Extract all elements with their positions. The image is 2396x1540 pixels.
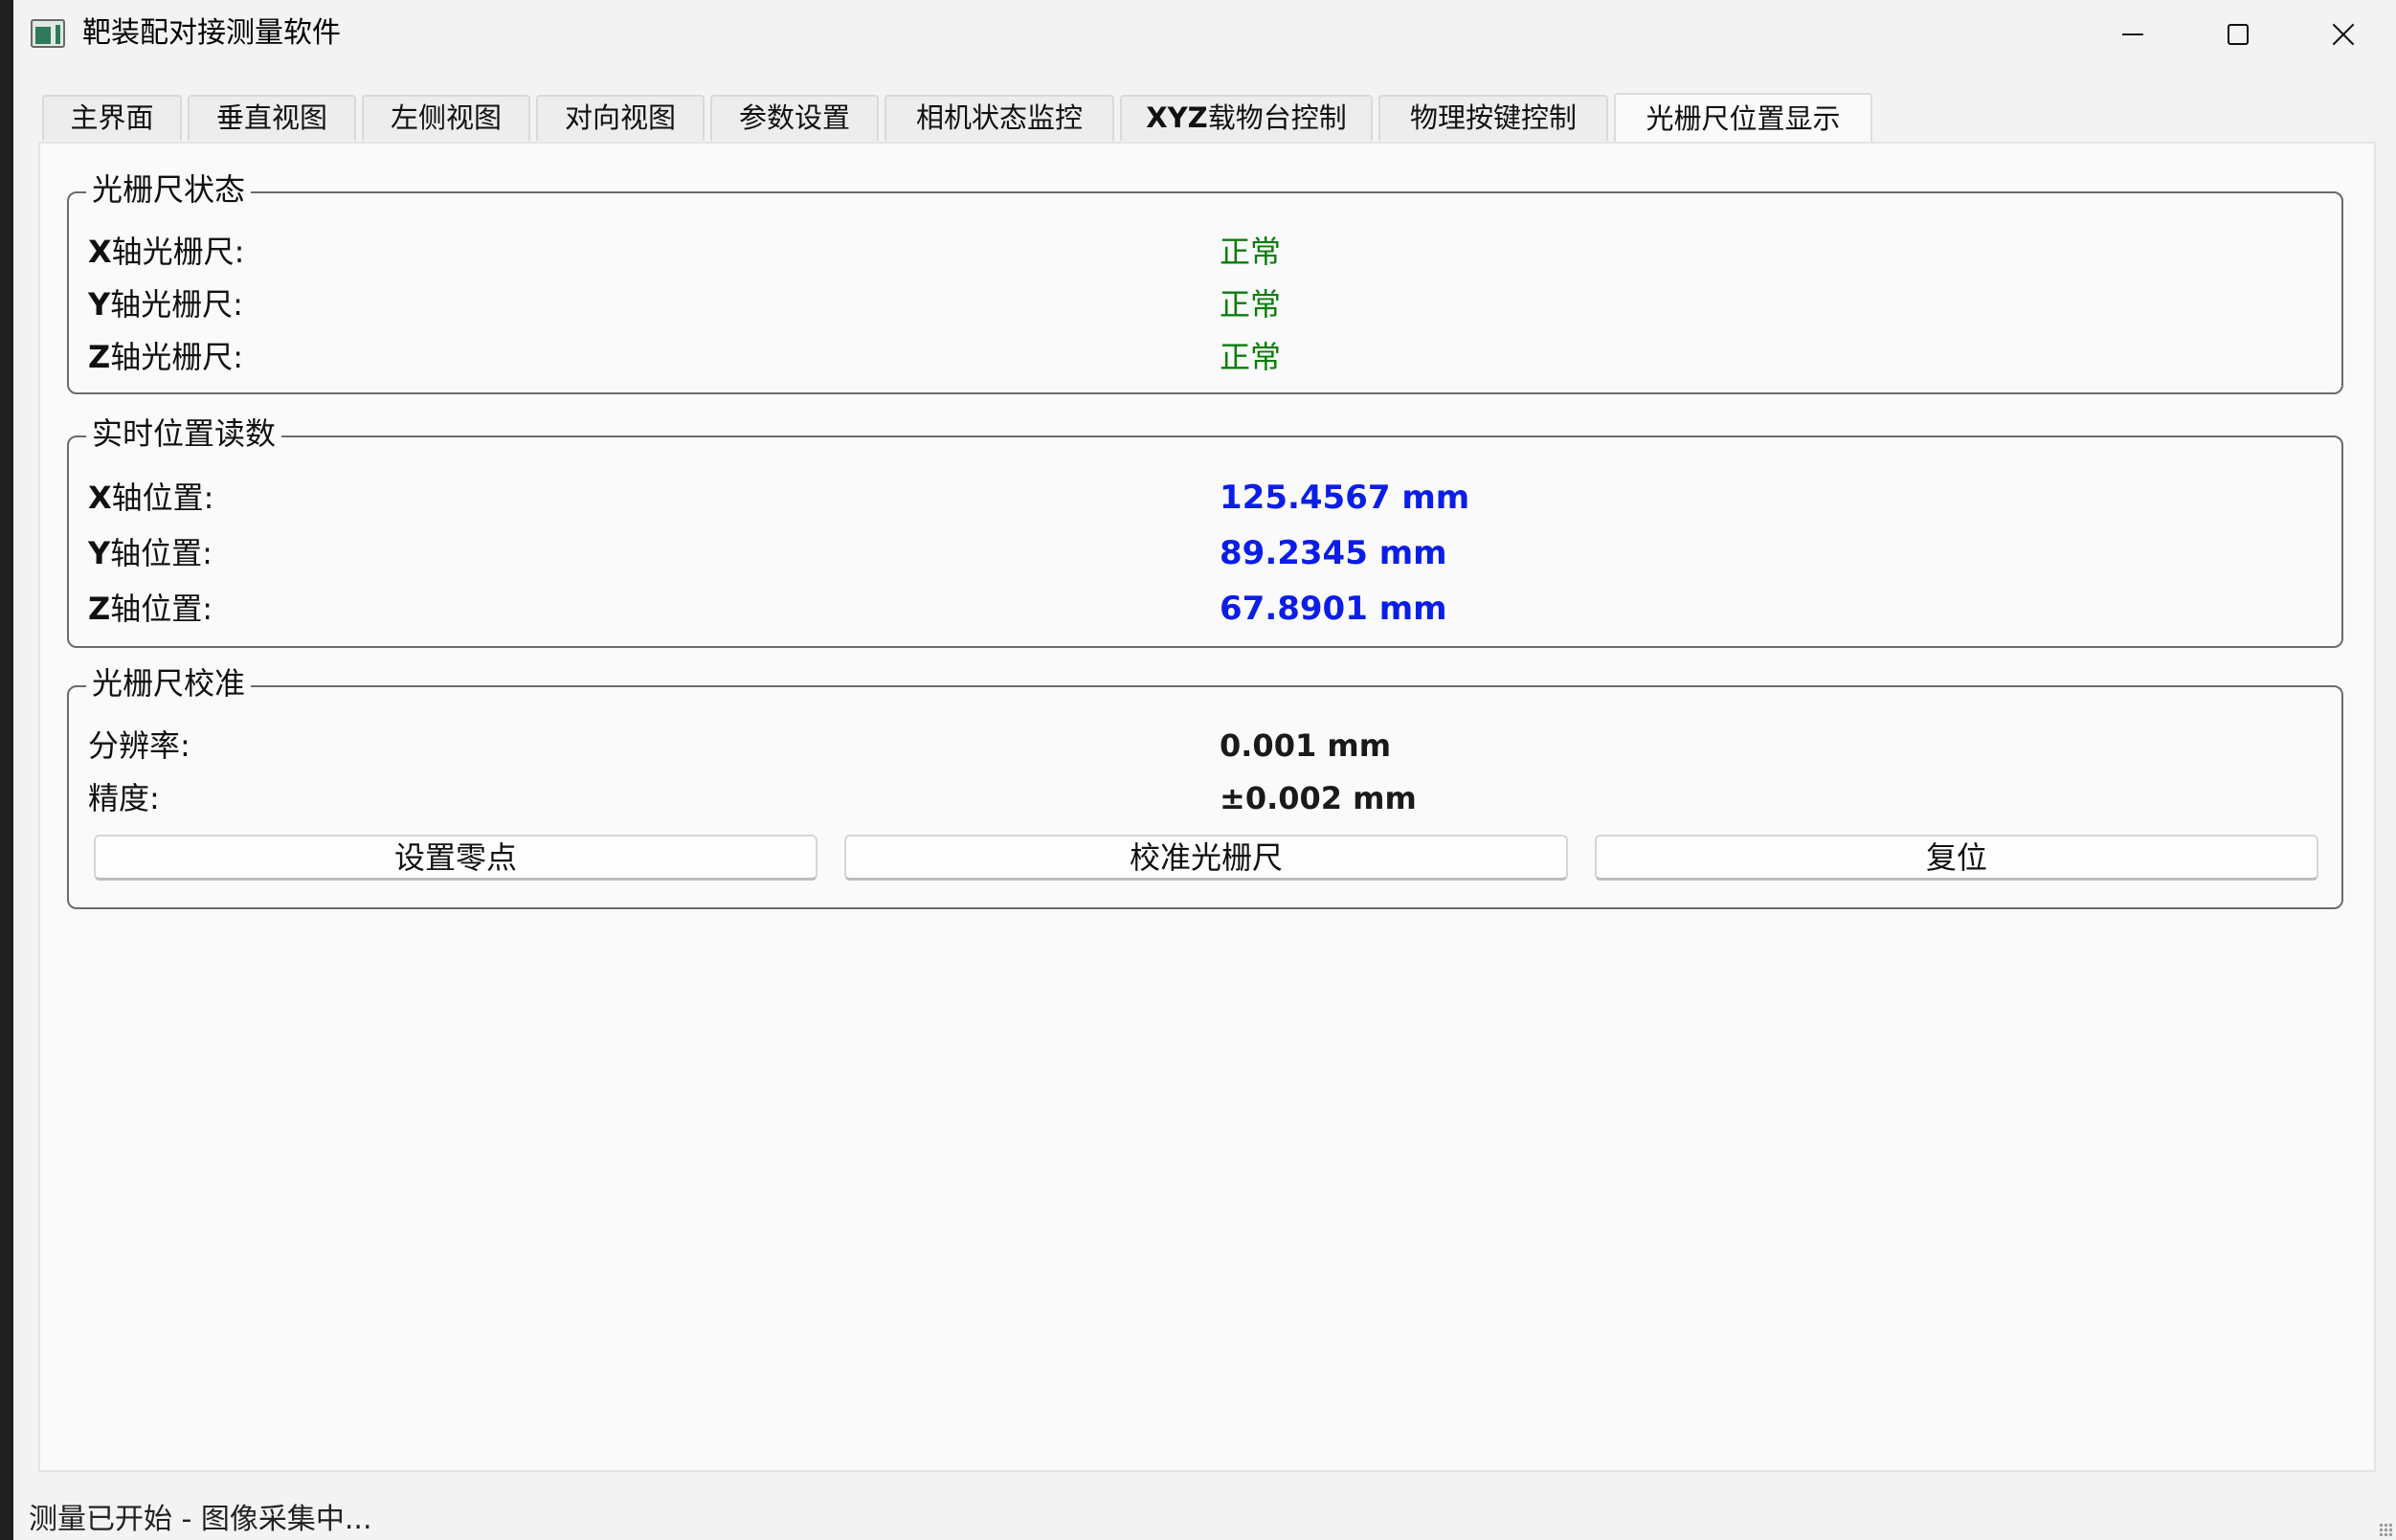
status-row-x: X轴光栅尺: 正常 xyxy=(88,228,2322,276)
tab-main[interactable]: 主界面 xyxy=(42,95,182,141)
position-row-x: X轴位置: 125.4567 mm xyxy=(88,474,2322,522)
window-title: 靶装配对接测量软件 xyxy=(82,16,341,50)
realtime-position-group: 实时位置读数 X轴位置: 125.4567 mm Y轴位置: 89.2345 m… xyxy=(67,413,2343,648)
tab-left-view[interactable]: 左侧视图 xyxy=(362,95,530,141)
tab-label: 物理按键控制 xyxy=(1409,101,1577,134)
status-value: 正常 xyxy=(1220,339,1282,375)
close-icon xyxy=(2332,23,2355,46)
maximize-icon xyxy=(2228,24,2249,45)
grating-calibration-group: 光栅尺校准 分辨率: 0.001 mm 精度: ±0.002 mm 设置零点 校… xyxy=(67,662,2343,909)
reset-button[interactable]: 复位 xyxy=(1595,835,2318,881)
tab-camera-status[interactable]: 相机状态监控 xyxy=(885,95,1114,141)
row-label: X轴位置: xyxy=(88,480,214,516)
row-label: Y轴光栅尺: xyxy=(88,286,243,323)
tab-label-prefix: XYZ xyxy=(1146,101,1208,134)
window-edge xyxy=(0,0,13,1540)
tab-label: 相机状态监控 xyxy=(915,101,1083,134)
calibration-buttons: 设置零点 校准光栅尺 复位 xyxy=(94,835,2318,881)
row-label: Y轴位置: xyxy=(88,535,213,571)
maximize-button[interactable] xyxy=(2185,0,2291,69)
status-bar-text: 测量已开始 - 图像采集中... xyxy=(29,1503,372,1536)
tab-label: 左侧视图 xyxy=(390,101,502,134)
tab-label: 主界面 xyxy=(70,101,154,134)
status-row-y: Y轴光栅尺: 正常 xyxy=(88,280,2322,328)
app-window: 靶装配对接测量软件 主界面 垂直视图 左侧视图 对向视图 参数设置 相机状态监控… xyxy=(0,0,2396,1540)
resolution-row: 分辨率: 0.001 mm xyxy=(88,722,2322,770)
group-title: 光栅尺状态 xyxy=(86,168,252,211)
tab-content-pane: 光栅尺状态 X轴光栅尺: 正常 Y轴光栅尺: 正常 Z轴光栅尺: 正常 实时位置… xyxy=(38,142,2376,1472)
group-title: 光栅尺校准 xyxy=(86,662,252,704)
status-value: 正常 xyxy=(1220,234,1282,270)
position-row-y: Y轴位置: 89.2345 mm xyxy=(88,529,2322,577)
accuracy-value: ±0.002 mm xyxy=(1220,780,1417,816)
calibrate-grating-button[interactable]: 校准光栅尺 xyxy=(844,835,1568,881)
tab-label: 参数设置 xyxy=(738,101,850,134)
tab-opposite-view[interactable]: 对向视图 xyxy=(536,95,705,141)
resolution-value: 0.001 mm xyxy=(1220,727,1392,764)
accuracy-label: 精度: xyxy=(88,780,160,816)
position-value: 67.8901 mm xyxy=(1220,590,1447,628)
status-row-z: Z轴光栅尺: 正常 xyxy=(88,333,2322,381)
minimize-button[interactable] xyxy=(2080,0,2185,69)
tab-parameter-settings[interactable]: 参数设置 xyxy=(710,95,879,141)
set-zero-button[interactable]: 设置零点 xyxy=(94,835,817,881)
row-label: Z轴光栅尺: xyxy=(88,339,243,375)
position-value: 125.4567 mm xyxy=(1220,479,1470,517)
position-value: 89.2345 mm xyxy=(1220,534,1447,572)
position-row-z: Z轴位置: 67.8901 mm xyxy=(88,585,2322,633)
resize-grip-icon[interactable] xyxy=(2379,1523,2392,1536)
tab-physical-keys[interactable]: 物理按键控制 xyxy=(1378,95,1608,141)
title-bar[interactable]: 靶装配对接测量软件 xyxy=(13,0,2396,69)
tab-label: 对向视图 xyxy=(564,101,676,134)
row-label: Z轴位置: xyxy=(88,591,213,627)
grating-status-group: 光栅尺状态 X轴光栅尺: 正常 Y轴光栅尺: 正常 Z轴光栅尺: 正常 xyxy=(67,168,2343,394)
tab-grating-position[interactable]: 光栅尺位置显示 xyxy=(1614,93,1872,143)
minimize-icon xyxy=(2122,33,2143,35)
tab-label: 光栅尺位置显示 xyxy=(1646,102,1841,135)
close-button[interactable] xyxy=(2291,0,2396,69)
tab-label: 载物台控制 xyxy=(1207,101,1347,134)
tab-vertical-view[interactable]: 垂直视图 xyxy=(188,95,356,141)
accuracy-row: 精度: ±0.002 mm xyxy=(88,774,2322,822)
tab-label: 垂直视图 xyxy=(215,101,327,134)
app-icon xyxy=(31,19,65,48)
group-title: 实时位置读数 xyxy=(86,413,282,455)
tab-xyz-stage-control[interactable]: XYZ载物台控制 xyxy=(1120,95,1373,141)
resolution-label: 分辨率: xyxy=(88,727,190,764)
status-value: 正常 xyxy=(1220,286,1282,323)
row-label: X轴光栅尺: xyxy=(88,234,245,270)
